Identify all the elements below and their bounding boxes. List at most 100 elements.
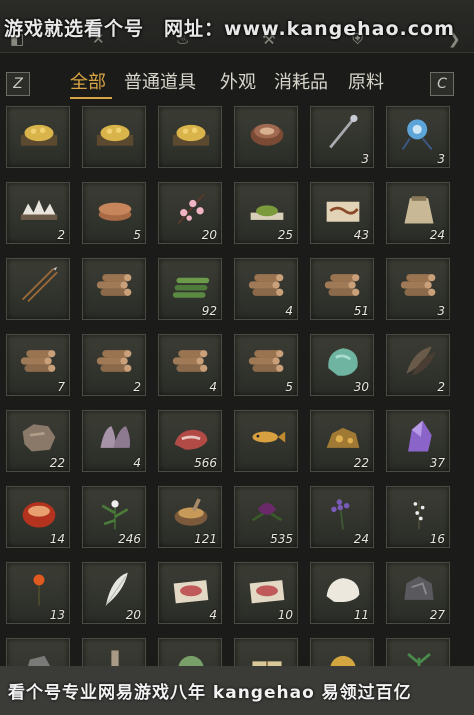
inventory-slot[interactable]: 14	[6, 486, 70, 548]
item-quantity: 3	[437, 152, 445, 166]
inventory-slot[interactable]: 37	[386, 410, 450, 472]
item-quantity: 7	[57, 380, 65, 394]
inventory-slot[interactable]: 20	[82, 562, 146, 624]
tab-all[interactable]: 全部	[70, 68, 106, 94]
bamboo-icon	[172, 277, 210, 298]
melon-icon	[178, 655, 204, 666]
arrows-icon	[21, 266, 58, 303]
gold-ore-icon	[20, 124, 58, 146]
bottom-watermark: 看个号专业网易游戏八年 kangehao 易领过百亿	[8, 683, 412, 703]
item-quantity: 20	[125, 608, 141, 622]
inventory-slot[interactable]	[158, 106, 222, 168]
purple-herb-icon	[251, 503, 283, 522]
inventory-slot[interactable]	[234, 410, 298, 472]
meat-plate-icon	[173, 580, 209, 604]
inventory-slot[interactable]: 16	[386, 486, 450, 548]
inventory-slot[interactable]: 4	[82, 410, 146, 472]
inventory-slot[interactable]	[158, 638, 222, 666]
inventory-slot[interactable]: 92	[158, 258, 222, 320]
inventory-slot[interactable]: 3	[386, 106, 450, 168]
tab-common-items[interactable]: 普通道具	[124, 68, 196, 94]
inventory-slot[interactable]: 2	[386, 334, 450, 396]
item-quantity: 13	[49, 608, 65, 622]
item-quantity: 24	[429, 228, 445, 242]
inventory-slot[interactable]	[234, 638, 298, 666]
herb-powder-icon	[250, 205, 284, 220]
item-quantity: 4	[133, 456, 141, 470]
inventory-slot[interactable]: 51	[310, 258, 374, 320]
logs-icon	[96, 350, 132, 372]
item-quantity: 2	[57, 228, 65, 242]
meat-icon	[174, 429, 208, 450]
tab-materials[interactable]: 原料	[348, 68, 384, 94]
inventory-slot[interactable]: 25	[234, 182, 298, 244]
bundle-icon	[252, 661, 282, 666]
inventory-slot[interactable]: 20	[158, 182, 222, 244]
inventory-slot[interactable]: 24	[310, 486, 374, 548]
inventory-slot[interactable]: 24	[386, 182, 450, 244]
inventory-slot[interactable]: 10	[234, 562, 298, 624]
inventory-slot[interactable]: 27	[386, 562, 450, 624]
inventory-slot[interactable]: 4	[234, 258, 298, 320]
inventory-slot[interactable]: 3	[310, 106, 374, 168]
red-flower-icon	[33, 574, 45, 606]
gold-ore-icon	[96, 124, 134, 146]
inventory-slot[interactable]: 535	[234, 486, 298, 548]
logs-icon	[400, 274, 436, 296]
lavender-icon	[331, 498, 350, 530]
inventory-slot[interactable]	[6, 258, 70, 320]
item-quantity: 51	[353, 304, 369, 318]
inventory-slot[interactable]: 3	[386, 258, 450, 320]
inventory-slot[interactable]	[82, 258, 146, 320]
category-tabs: Z 全部 普通道具 外观 消耗品 原料 C	[0, 64, 474, 100]
inventory-slot[interactable]: 566	[158, 410, 222, 472]
inventory-slot[interactable]: 5	[234, 334, 298, 396]
inventory-slot[interactable]	[310, 638, 374, 666]
inventory-slot[interactable]: 43	[310, 182, 374, 244]
coal-icon	[404, 576, 434, 600]
item-quantity: 24	[353, 532, 369, 546]
blossom-icon	[177, 193, 205, 225]
inventory-slot[interactable]: 4	[158, 334, 222, 396]
inventory-slot[interactable]: 121	[158, 486, 222, 548]
white-flower-icon	[413, 500, 425, 530]
inventory-slot[interactable]	[234, 106, 298, 168]
logs-icon	[248, 274, 284, 296]
prev-tab-key[interactable]: Z	[6, 72, 30, 96]
next-tab-key[interactable]: C	[430, 72, 454, 96]
inventory-slot[interactable]: 30	[310, 334, 374, 396]
gold-icon	[330, 655, 356, 666]
inventory-slot[interactable]	[82, 638, 146, 666]
tab-appearance[interactable]: 外观	[220, 68, 256, 94]
inventory-slot[interactable]	[6, 638, 70, 666]
inventory-slot[interactable]: 11	[310, 562, 374, 624]
item-quantity: 11	[353, 608, 369, 622]
logs-icon	[20, 350, 56, 372]
inventory-slot[interactable]: 22	[6, 410, 70, 472]
stone-icon	[27, 655, 51, 666]
inventory-slot[interactable]: 4	[158, 562, 222, 624]
item-quantity: 3	[437, 304, 445, 318]
inventory-slot[interactable]: 7	[6, 334, 70, 396]
gold-ore-icon	[172, 124, 210, 146]
inventory-slot[interactable]	[82, 106, 146, 168]
sack-icon	[404, 196, 434, 224]
item-quantity: 3	[361, 152, 369, 166]
item-quantity: 4	[285, 304, 293, 318]
charm-icon	[401, 119, 433, 150]
inventory-slot[interactable]: 22	[310, 410, 374, 472]
feathers-icon	[406, 346, 436, 376]
inventory-slot[interactable]: 246	[82, 486, 146, 548]
inventory-slot[interactable]: 5	[82, 182, 146, 244]
item-quantity: 535	[270, 532, 293, 546]
round-box-icon	[250, 123, 284, 146]
item-quantity: 92	[201, 304, 217, 318]
item-quantity: 25	[277, 228, 293, 242]
inventory-slot[interactable]	[386, 638, 450, 666]
tab-consumables[interactable]: 消耗品	[274, 68, 328, 94]
inventory-slot[interactable]	[6, 106, 70, 168]
inventory-slot[interactable]: 2	[6, 182, 70, 244]
inventory-slot[interactable]: 13	[6, 562, 70, 624]
inventory-slot[interactable]: 2	[82, 334, 146, 396]
crystal-icon	[408, 420, 432, 452]
